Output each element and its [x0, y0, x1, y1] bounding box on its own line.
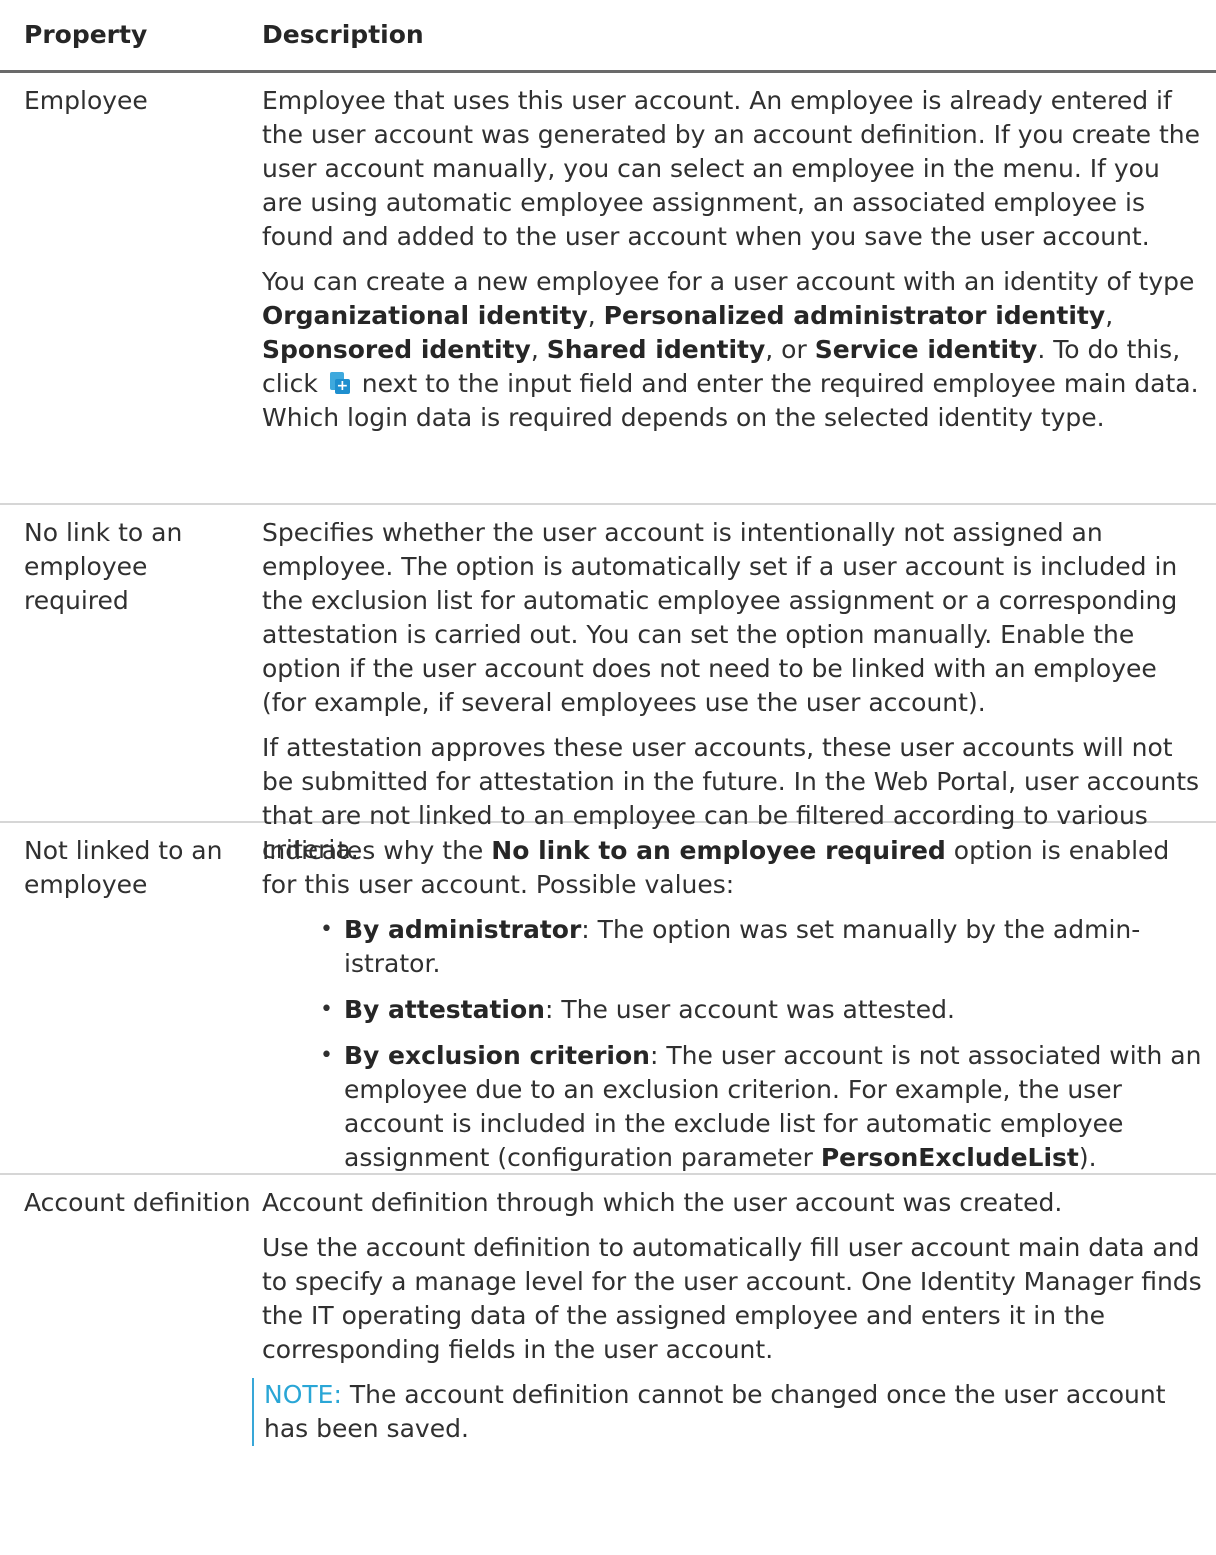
note-callout: NOTE: The account definition cannot be c…: [252, 1378, 1202, 1446]
property-account-definition: Account definition: [24, 1188, 251, 1217]
header-description: Description: [262, 20, 424, 49]
description-account-definition: Account definition through which the use…: [252, 1175, 1216, 1555]
table-row-employee: Employee Employee that uses this user ac…: [0, 73, 1216, 505]
account-def-paragraph-2: Use the account definition to automatica…: [262, 1233, 1202, 1364]
note-label: NOTE:: [264, 1380, 342, 1409]
description-employee: Employee that uses this user account. An…: [262, 73, 1216, 503]
not-linked-intro: Indicates why the No link to an employee…: [262, 836, 1170, 899]
property-no-link: No link to an employee required: [24, 518, 183, 615]
description-no-link: Specifies whether the user account is in…: [262, 505, 1216, 864]
list-item: By exclusion criterion: The user account…: [262, 1039, 1202, 1175]
list-item: By attestation: The user account was att…: [262, 993, 1202, 1027]
employee-paragraph-2: You can create a new employee for a user…: [262, 267, 1199, 432]
property-table: Property Description Employee Employee t…: [0, 0, 1216, 1555]
note-text: The account definition cannot be changed…: [264, 1380, 1166, 1443]
account-def-paragraph-1: Account definition through which the use…: [262, 1188, 1063, 1217]
property-employee: Employee: [24, 86, 148, 115]
header-property: Property: [24, 20, 148, 49]
table-row-no-link: No link to an employee required Specifie…: [0, 505, 1216, 864]
no-link-paragraph-1: Specifies whether the user account is in…: [262, 518, 1178, 717]
property-not-linked: Not linked to an employee: [24, 836, 223, 899]
table-row-account-definition: Account definition Account definition th…: [0, 1175, 1216, 1555]
list-item: By administrator: The option was set man…: [262, 913, 1202, 981]
description-not-linked: Indicates why the No link to an employee…: [262, 823, 1216, 1173]
not-linked-values-list: By administrator: The option was set man…: [262, 913, 1202, 1175]
employee-paragraph-1: Employee that uses this user account. An…: [262, 86, 1200, 251]
table-header-row: Property Description: [0, 0, 1216, 73]
add-employee-icon: +: [329, 372, 350, 394]
table-row-not-linked: Not linked to an employee Indicates why …: [0, 823, 1216, 1175]
